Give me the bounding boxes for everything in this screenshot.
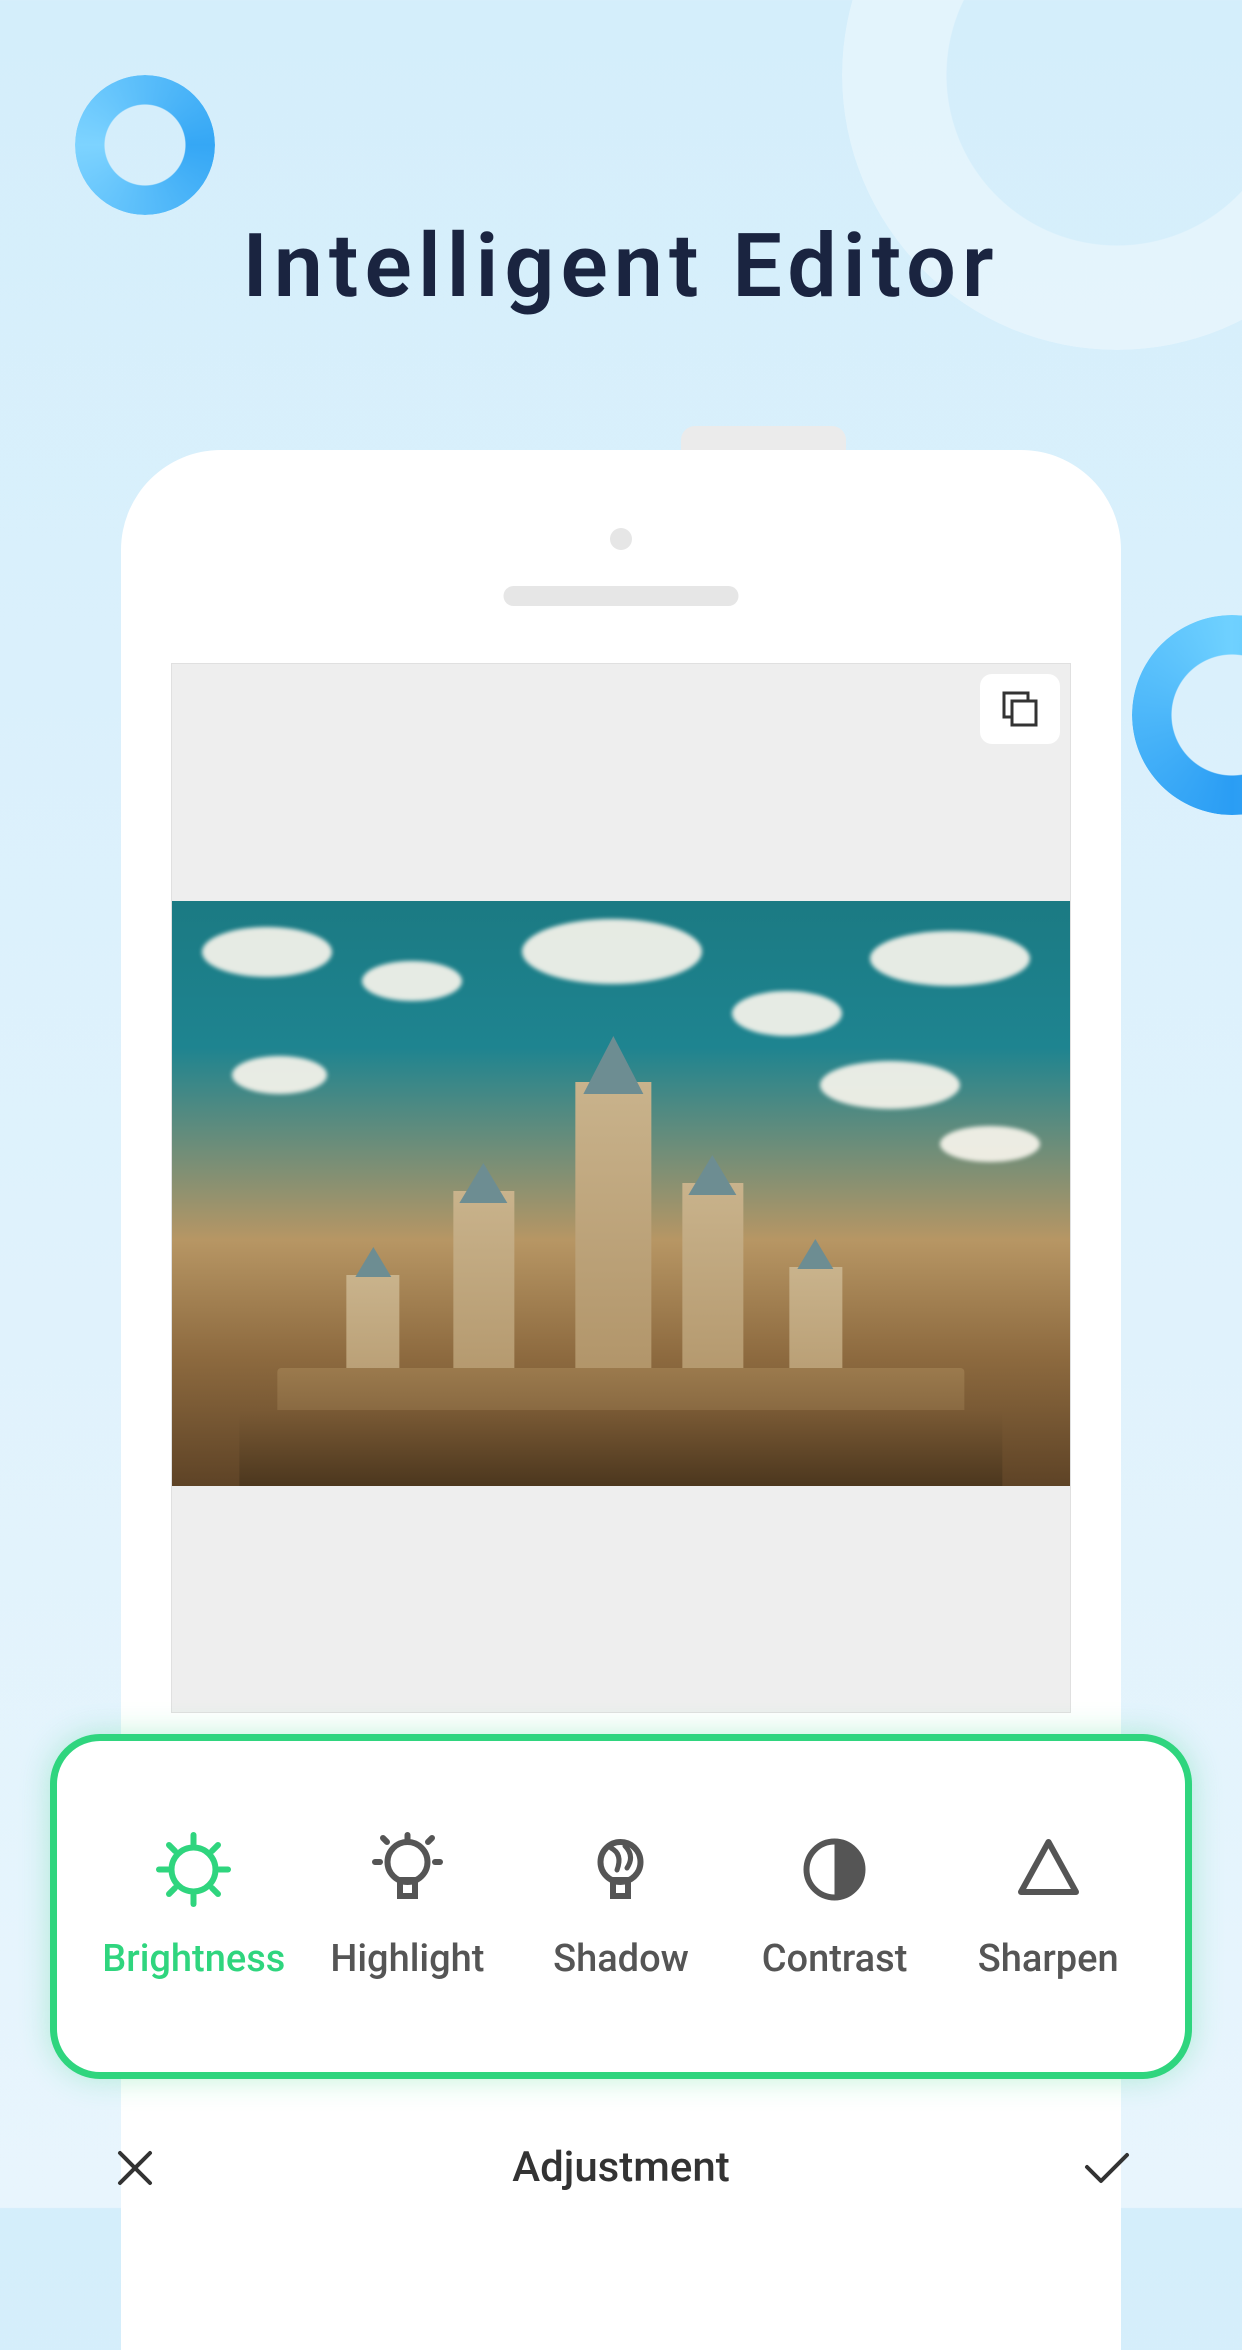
phone-notch (681, 426, 846, 450)
cancel-button[interactable] (110, 2143, 160, 2193)
tool-highlight[interactable]: Highlight (301, 1832, 515, 1981)
action-bar-title: Adjustment (512, 2143, 729, 2192)
tool-shadow[interactable]: Shadow (514, 1832, 728, 1981)
compare-button[interactable] (980, 674, 1060, 744)
shadow-icon (583, 1832, 658, 1907)
tool-sharpen[interactable]: Sharpen (941, 1832, 1155, 1981)
tool-brightness[interactable]: Brightness (87, 1832, 301, 1981)
tool-label: Highlight (330, 1937, 484, 1981)
check-icon (1083, 2149, 1131, 2187)
compare-icon (999, 688, 1041, 730)
tool-contrast[interactable]: Contrast (728, 1832, 942, 1981)
brightness-icon (156, 1832, 231, 1907)
close-icon (114, 2147, 156, 2189)
phone-speaker (504, 586, 739, 606)
phone-camera (610, 528, 632, 550)
adjustment-tools-panel: Brightness Highlight Shadow (50, 1734, 1192, 2079)
tool-label: Shadow (553, 1937, 689, 1981)
page-title: Intelligent Editor (0, 215, 1242, 318)
confirm-button[interactable] (1082, 2143, 1132, 2193)
deco-circle-icon (75, 75, 215, 215)
tool-label: Brightness (102, 1937, 285, 1981)
deco-circle-icon (1132, 615, 1242, 815)
editor-canvas (171, 663, 1071, 1713)
action-bar: Adjustment (50, 2120, 1192, 2215)
photo-preview (172, 901, 1070, 1486)
contrast-icon (797, 1832, 872, 1907)
tool-label: Contrast (762, 1937, 908, 1981)
sharpen-icon (1011, 1832, 1086, 1907)
highlight-icon (370, 1832, 445, 1907)
tool-label: Sharpen (978, 1937, 1119, 1981)
